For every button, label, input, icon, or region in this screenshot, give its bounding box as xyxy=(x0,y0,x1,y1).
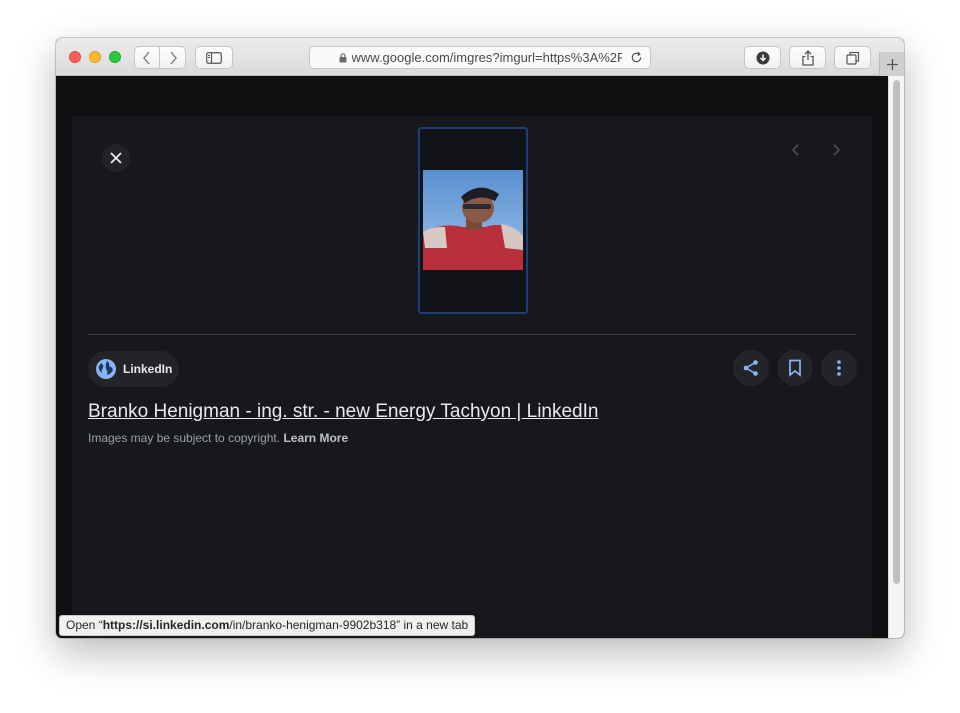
chevron-right-icon xyxy=(169,51,177,64)
url-text: www.google.com/imgres?imgurl=https%3A%2F xyxy=(351,50,622,65)
close-window-button[interactable] xyxy=(69,51,81,63)
chevron-right-icon xyxy=(833,144,841,156)
close-icon xyxy=(110,152,122,164)
tabs-icon xyxy=(845,51,859,65)
vertical-scrollbar[interactable] xyxy=(888,76,904,638)
share-icon xyxy=(801,49,814,66)
status-domain: https://si.linkedin.com xyxy=(102,618,230,632)
viewer-close-button[interactable] xyxy=(102,144,130,172)
forward-button[interactable] xyxy=(160,46,186,69)
chevron-left-icon xyxy=(791,144,799,156)
scrollbar-thumb[interactable] xyxy=(893,80,900,584)
globe-icon xyxy=(95,358,117,380)
browser-window: www.google.com/imgres?imgurl=https%3A%2F xyxy=(56,38,904,638)
status-prefix: Open “ xyxy=(66,618,103,632)
more-options-button[interactable] xyxy=(821,350,857,386)
plus-icon xyxy=(886,58,898,70)
more-vertical-icon xyxy=(837,360,841,376)
zoom-window-button[interactable] xyxy=(109,51,121,63)
reload-icon[interactable] xyxy=(630,51,643,64)
copyright-text: Images may be subject to copyright. xyxy=(88,431,281,445)
image-viewer-panel: LinkedIn Branko Henigman - ing. str. - n… xyxy=(72,116,872,638)
previous-image-button[interactable] xyxy=(784,138,808,162)
link-status-bar: Open “https://si.linkedin.com/in/branko-… xyxy=(59,615,476,636)
address-bar[interactable]: www.google.com/imgres?imgurl=https%3A%2F xyxy=(309,46,651,69)
status-suffix: ” in a new tab xyxy=(396,618,469,632)
sidebar-button[interactable] xyxy=(195,46,233,69)
save-image-button[interactable] xyxy=(777,350,813,386)
preview-photo xyxy=(423,170,523,270)
source-chip[interactable]: LinkedIn xyxy=(88,351,179,387)
tab-overview-button[interactable] xyxy=(834,46,871,69)
back-button[interactable] xyxy=(134,46,160,69)
new-tab-button[interactable] xyxy=(879,52,904,76)
page-content: LinkedIn Branko Henigman - ing. str. - n… xyxy=(56,76,888,638)
copyright-notice: Images may be subject to copyright. Lear… xyxy=(88,431,348,445)
download-icon xyxy=(756,51,769,64)
next-image-button[interactable] xyxy=(824,138,848,162)
image-title-link[interactable]: Branko Henigman - ing. str. - new Energy… xyxy=(88,401,598,423)
status-path: /in/branko-henigman-9902b318 xyxy=(229,618,397,632)
learn-more-link[interactable]: Learn More xyxy=(283,431,348,445)
browser-toolbar: www.google.com/imgres?imgurl=https%3A%2F xyxy=(56,38,904,76)
image-preview[interactable] xyxy=(418,127,528,314)
downloads-button[interactable] xyxy=(744,46,781,69)
lock-icon xyxy=(339,52,347,63)
divider xyxy=(88,334,856,335)
chevron-left-icon xyxy=(143,51,150,64)
share-image-button[interactable] xyxy=(733,350,769,386)
bookmark-icon xyxy=(789,359,801,377)
sidebar-icon xyxy=(206,51,222,64)
share-button[interactable] xyxy=(789,46,826,69)
share-icon xyxy=(743,360,758,376)
minimize-window-button[interactable] xyxy=(89,51,101,63)
source-name: LinkedIn xyxy=(123,362,173,376)
history-nav xyxy=(134,46,186,69)
